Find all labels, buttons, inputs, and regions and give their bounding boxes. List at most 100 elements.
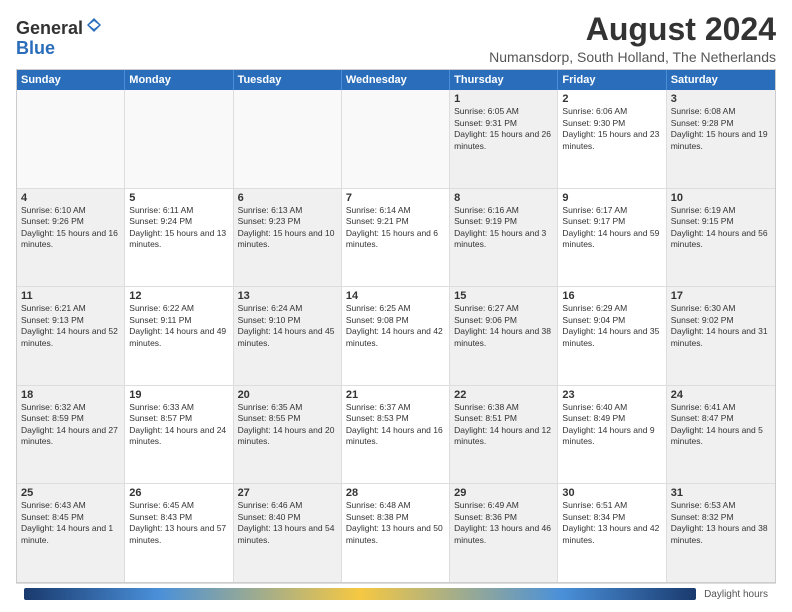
day-number: 29: [454, 487, 553, 499]
location: Numansdorp, South Holland, The Netherlan…: [489, 49, 776, 65]
cal-row-4: 18Sunrise: 6:32 AMSunset: 8:59 PMDayligh…: [17, 386, 775, 485]
cell-info: Sunrise: 6:25 AMSunset: 9:08 PMDaylight:…: [346, 303, 445, 349]
cal-cell: 24Sunrise: 6:41 AMSunset: 8:47 PMDayligh…: [667, 386, 775, 484]
day-number: 16: [562, 290, 661, 302]
cal-cell: 11Sunrise: 6:21 AMSunset: 9:13 PMDayligh…: [17, 287, 125, 385]
cell-info: Sunrise: 6:13 AMSunset: 9:23 PMDaylight:…: [238, 205, 337, 251]
cell-info: Sunrise: 6:41 AMSunset: 8:47 PMDaylight:…: [671, 402, 771, 448]
cal-cell: 1Sunrise: 6:05 AMSunset: 9:31 PMDaylight…: [450, 90, 558, 188]
cal-cell: 3Sunrise: 6:08 AMSunset: 9:28 PMDaylight…: [667, 90, 775, 188]
day-number: 25: [21, 487, 120, 499]
cal-cell: 28Sunrise: 6:48 AMSunset: 8:38 PMDayligh…: [342, 484, 450, 582]
day-number: 21: [346, 389, 445, 401]
day-number: 23: [562, 389, 661, 401]
day-number: 14: [346, 290, 445, 302]
cell-info: Sunrise: 6:37 AMSunset: 8:53 PMDaylight:…: [346, 402, 445, 448]
cal-cell: 4Sunrise: 6:10 AMSunset: 9:26 PMDaylight…: [17, 189, 125, 287]
cal-cell: 17Sunrise: 6:30 AMSunset: 9:02 PMDayligh…: [667, 287, 775, 385]
cal-cell: 31Sunrise: 6:53 AMSunset: 8:32 PMDayligh…: [667, 484, 775, 582]
cal-cell: 8Sunrise: 6:16 AMSunset: 9:19 PMDaylight…: [450, 189, 558, 287]
day-number: 15: [454, 290, 553, 302]
cal-cell: 22Sunrise: 6:38 AMSunset: 8:51 PMDayligh…: [450, 386, 558, 484]
cal-cell: 23Sunrise: 6:40 AMSunset: 8:49 PMDayligh…: [558, 386, 666, 484]
cal-cell: 29Sunrise: 6:49 AMSunset: 8:36 PMDayligh…: [450, 484, 558, 582]
cell-info: Sunrise: 6:43 AMSunset: 8:45 PMDaylight:…: [21, 500, 120, 546]
month-year: August 2024: [489, 12, 776, 47]
cell-info: Sunrise: 6:35 AMSunset: 8:55 PMDaylight:…: [238, 402, 337, 448]
cal-cell: 10Sunrise: 6:19 AMSunset: 9:15 PMDayligh…: [667, 189, 775, 287]
header-sunday: Sunday: [17, 70, 125, 90]
cal-cell: 21Sunrise: 6:37 AMSunset: 8:53 PMDayligh…: [342, 386, 450, 484]
cell-info: Sunrise: 6:29 AMSunset: 9:04 PMDaylight:…: [562, 303, 661, 349]
header: General Blue August 2024 Numansdorp, Sou…: [16, 12, 776, 65]
logo-general: General: [16, 18, 83, 38]
day-number: 8: [454, 192, 553, 204]
calendar: Sunday Monday Tuesday Wednesday Thursday…: [16, 69, 776, 583]
daylight-bar-row: Daylight hours: [16, 583, 776, 604]
cal-cell: 7Sunrise: 6:14 AMSunset: 9:21 PMDaylight…: [342, 189, 450, 287]
cell-info: Sunrise: 6:06 AMSunset: 9:30 PMDaylight:…: [562, 106, 661, 152]
cell-info: Sunrise: 6:22 AMSunset: 9:11 PMDaylight:…: [129, 303, 228, 349]
cell-info: Sunrise: 6:33 AMSunset: 8:57 PMDaylight:…: [129, 402, 228, 448]
cal-cell: 27Sunrise: 6:46 AMSunset: 8:40 PMDayligh…: [234, 484, 342, 582]
logo-text: General Blue: [16, 16, 103, 59]
day-number: 26: [129, 487, 228, 499]
cell-info: Sunrise: 6:32 AMSunset: 8:59 PMDaylight:…: [21, 402, 120, 448]
cal-cell: [342, 90, 450, 188]
calendar-body: 1Sunrise: 6:05 AMSunset: 9:31 PMDaylight…: [17, 90, 775, 582]
day-number: 6: [238, 192, 337, 204]
cal-cell: [17, 90, 125, 188]
cell-info: Sunrise: 6:49 AMSunset: 8:36 PMDaylight:…: [454, 500, 553, 546]
cal-cell: 20Sunrise: 6:35 AMSunset: 8:55 PMDayligh…: [234, 386, 342, 484]
cell-info: Sunrise: 6:05 AMSunset: 9:31 PMDaylight:…: [454, 106, 553, 152]
title-block: August 2024 Numansdorp, South Holland, T…: [489, 12, 776, 65]
cell-info: Sunrise: 6:38 AMSunset: 8:51 PMDaylight:…: [454, 402, 553, 448]
day-number: 28: [346, 487, 445, 499]
cell-info: Sunrise: 6:19 AMSunset: 9:15 PMDaylight:…: [671, 205, 771, 251]
cal-row-5: 25Sunrise: 6:43 AMSunset: 8:45 PMDayligh…: [17, 484, 775, 582]
header-saturday: Saturday: [667, 70, 775, 90]
cell-info: Sunrise: 6:16 AMSunset: 9:19 PMDaylight:…: [454, 205, 553, 251]
header-monday: Monday: [125, 70, 233, 90]
cal-cell: 18Sunrise: 6:32 AMSunset: 8:59 PMDayligh…: [17, 386, 125, 484]
cell-info: Sunrise: 6:14 AMSunset: 9:21 PMDaylight:…: [346, 205, 445, 251]
header-thursday: Thursday: [450, 70, 558, 90]
day-number: 31: [671, 487, 771, 499]
cal-row-3: 11Sunrise: 6:21 AMSunset: 9:13 PMDayligh…: [17, 287, 775, 386]
day-number: 19: [129, 389, 228, 401]
cal-cell: 6Sunrise: 6:13 AMSunset: 9:23 PMDaylight…: [234, 189, 342, 287]
day-number: 18: [21, 389, 120, 401]
cal-cell: 5Sunrise: 6:11 AMSunset: 9:24 PMDaylight…: [125, 189, 233, 287]
header-tuesday: Tuesday: [234, 70, 342, 90]
cal-row-1: 1Sunrise: 6:05 AMSunset: 9:31 PMDaylight…: [17, 90, 775, 189]
day-number: 30: [562, 487, 661, 499]
cell-info: Sunrise: 6:21 AMSunset: 9:13 PMDaylight:…: [21, 303, 120, 349]
logo-icon: [85, 16, 103, 34]
cal-cell: 15Sunrise: 6:27 AMSunset: 9:06 PMDayligh…: [450, 287, 558, 385]
day-number: 2: [562, 93, 661, 105]
daylight-label: Daylight hours: [704, 589, 768, 600]
day-number: 7: [346, 192, 445, 204]
day-number: 9: [562, 192, 661, 204]
cal-cell: 26Sunrise: 6:45 AMSunset: 8:43 PMDayligh…: [125, 484, 233, 582]
cal-cell: 14Sunrise: 6:25 AMSunset: 9:08 PMDayligh…: [342, 287, 450, 385]
cal-cell: 13Sunrise: 6:24 AMSunset: 9:10 PMDayligh…: [234, 287, 342, 385]
day-number: 13: [238, 290, 337, 302]
cell-info: Sunrise: 6:24 AMSunset: 9:10 PMDaylight:…: [238, 303, 337, 349]
day-number: 27: [238, 487, 337, 499]
header-wednesday: Wednesday: [342, 70, 450, 90]
day-number: 22: [454, 389, 553, 401]
cell-info: Sunrise: 6:53 AMSunset: 8:32 PMDaylight:…: [671, 500, 771, 546]
day-number: 3: [671, 93, 771, 105]
cal-cell: [234, 90, 342, 188]
cell-info: Sunrise: 6:30 AMSunset: 9:02 PMDaylight:…: [671, 303, 771, 349]
header-friday: Friday: [558, 70, 666, 90]
cell-info: Sunrise: 6:45 AMSunset: 8:43 PMDaylight:…: [129, 500, 228, 546]
day-number: 11: [21, 290, 120, 302]
logo-blue: Blue: [16, 38, 55, 58]
daylight-gradient: [24, 588, 696, 600]
day-number: 20: [238, 389, 337, 401]
cal-cell: 19Sunrise: 6:33 AMSunset: 8:57 PMDayligh…: [125, 386, 233, 484]
cal-row-2: 4Sunrise: 6:10 AMSunset: 9:26 PMDaylight…: [17, 189, 775, 288]
cell-info: Sunrise: 6:46 AMSunset: 8:40 PMDaylight:…: [238, 500, 337, 546]
